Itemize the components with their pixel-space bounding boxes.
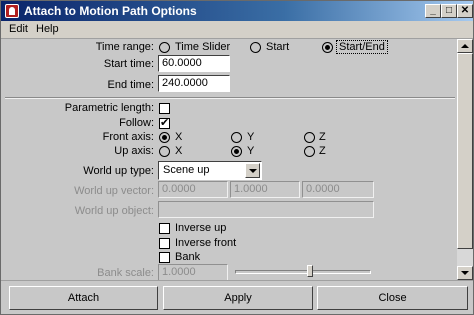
front-axis-z-radio[interactable]: [304, 132, 315, 143]
apply-button[interactable]: Apply: [163, 286, 313, 310]
world-up-vector-y-field[interactable]: 1.0000: [230, 181, 300, 198]
time-range-start-end-label[interactable]: Start/End: [336, 40, 388, 54]
scrollbar-thumb[interactable]: [457, 53, 473, 249]
world-up-type-dropdown[interactable]: Scene up: [158, 161, 262, 180]
menu-bar: Edit Help: [1, 21, 473, 39]
bank-scale-slider-track[interactable]: [235, 270, 371, 274]
up-axis-z-radio[interactable]: [304, 146, 315, 157]
world-up-type-value: Scene up: [163, 164, 210, 176]
button-bar: Attach Apply Close: [1, 280, 473, 314]
title-bar[interactable]: Attach to Motion Path Options _ □ ✕: [1, 1, 473, 21]
inverse-front-checkbox[interactable]: [159, 238, 170, 249]
time-range-time-slider-radio[interactable]: [159, 42, 170, 53]
up-axis-x-radio[interactable]: [159, 146, 170, 157]
bank-scale-label: Bank scale:: [97, 267, 154, 279]
follow-checkbox[interactable]: [159, 116, 170, 129]
world-up-vector-label: World up vector:: [74, 185, 154, 197]
parametric-length-label: Parametric length:: [64, 102, 154, 114]
world-up-vector-z-field[interactable]: 0.0000: [302, 181, 374, 198]
options-panel: Time range: Time Slider Start Start/End …: [1, 39, 457, 280]
bank-scale-slider-handle[interactable]: [306, 265, 313, 277]
parametric-length-checkbox[interactable]: [159, 103, 170, 114]
app-icon: [5, 4, 19, 18]
front-axis-label: Front axis:: [102, 131, 154, 143]
bank-label[interactable]: Bank: [175, 251, 200, 263]
minimize-button[interactable]: _: [425, 4, 441, 18]
section-divider: [5, 97, 455, 99]
dialog-window: Attach to Motion Path Options _ □ ✕ Edit…: [0, 0, 474, 315]
menu-help[interactable]: Help: [36, 23, 59, 35]
front-axis-y-label[interactable]: Y: [247, 131, 254, 143]
end-time-label: End time:: [107, 79, 154, 91]
attach-button[interactable]: Attach: [9, 286, 158, 310]
window-title: Attach to Motion Path Options: [24, 4, 197, 18]
time-range-time-slider-label[interactable]: Time Slider: [175, 41, 230, 53]
time-range-label: Time range:: [95, 41, 154, 53]
time-range-start-label[interactable]: Start: [266, 41, 289, 53]
front-axis-y-radio[interactable]: [231, 132, 242, 143]
front-axis-x-label[interactable]: X: [175, 131, 182, 143]
up-axis-y-radio[interactable]: [231, 146, 242, 157]
scroll-down-button[interactable]: [457, 266, 473, 280]
front-axis-x-radio[interactable]: [159, 132, 170, 143]
world-up-object-label: World up object:: [74, 205, 154, 217]
maximize-button[interactable]: □: [441, 4, 457, 18]
time-range-start-end-radio[interactable]: [322, 42, 333, 53]
world-up-object-field[interactable]: [158, 201, 374, 218]
inverse-up-checkbox[interactable]: [159, 223, 170, 234]
bank-scale-field[interactable]: 1.0000: [158, 264, 228, 280]
close-window-button[interactable]: ✕: [457, 4, 473, 18]
inverse-front-label[interactable]: Inverse front: [175, 237, 236, 249]
close-button[interactable]: Close: [317, 286, 468, 310]
start-time-field[interactable]: 60.0000: [158, 55, 230, 72]
world-up-vector-x-field[interactable]: 0.0000: [158, 181, 228, 198]
chevron-down-icon[interactable]: [245, 163, 260, 178]
start-time-label: Start time:: [103, 58, 154, 70]
up-axis-y-label[interactable]: Y: [247, 145, 254, 157]
inverse-up-label[interactable]: Inverse up: [175, 222, 226, 234]
up-axis-x-label[interactable]: X: [175, 145, 182, 157]
time-range-start-radio[interactable]: [250, 42, 261, 53]
vertical-scrollbar[interactable]: [457, 39, 473, 280]
up-axis-z-label[interactable]: Z: [319, 145, 326, 157]
menu-edit[interactable]: Edit: [9, 23, 28, 35]
follow-label: Follow:: [119, 117, 154, 129]
up-axis-label: Up axis:: [114, 145, 154, 157]
end-time-field[interactable]: 240.0000: [158, 75, 230, 92]
bank-checkbox[interactable]: [159, 252, 170, 263]
front-axis-z-label[interactable]: Z: [319, 131, 326, 143]
world-up-type-label: World up type:: [83, 165, 154, 177]
scroll-up-button[interactable]: [457, 39, 473, 53]
